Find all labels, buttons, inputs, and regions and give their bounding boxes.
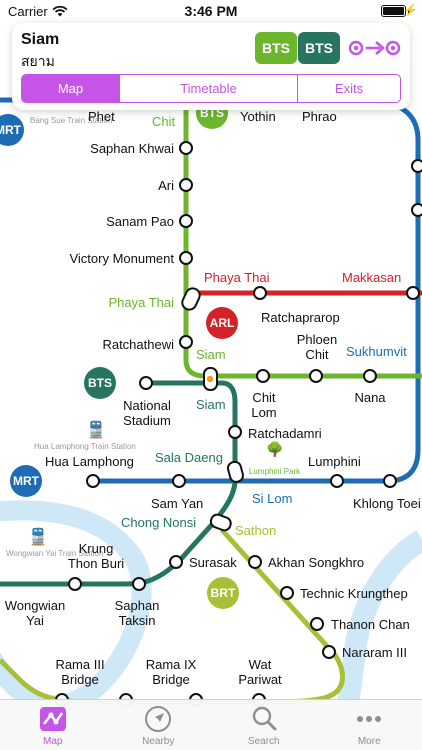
tree-icon: 🌳 (266, 441, 284, 457)
station-rama-ix-bridge[interactable]: Rama IX Bridge (146, 657, 197, 687)
station-phloen-chit[interactable]: Phloen Chit (297, 332, 337, 362)
line-label-si-lom: Si Lom (252, 491, 293, 506)
clock: 3:46 PM (184, 3, 238, 19)
line-label-sala-daeng: Sala Daeng (155, 450, 223, 465)
train-icon: 🚆 (28, 529, 48, 546)
station-technic-krungthep[interactable]: Technic Krungthep (300, 586, 408, 601)
station-phet[interactable]: Phet (88, 109, 115, 124)
station-phrao[interactable]: Phrao (302, 109, 337, 124)
station-thanon-chan[interactable]: Thanon Chan (331, 617, 410, 632)
landmark-lumphini-park: Lumphini Park (249, 467, 301, 476)
station-surasak[interactable]: Surasak (189, 555, 237, 570)
station-victory-monument[interactable]: Victory Monument (69, 251, 174, 266)
line-label-makkasan: Makkasan (342, 270, 402, 285)
map-icon (39, 705, 67, 733)
tab-more-label: More (357, 736, 381, 747)
station-name-thai: สยาม (21, 54, 55, 70)
station-akhan-songkhro[interactable]: Akhan Songkhro (268, 555, 364, 570)
station-saphan-taksin[interactable]: Saphan Taksin (115, 598, 160, 628)
tab-search[interactable]: Search (211, 700, 317, 750)
line-label-siam-silom: Siam (196, 397, 226, 412)
station-ratchathewi[interactable]: Ratchathewi (102, 337, 174, 352)
more-dots-icon (355, 705, 383, 733)
station-name: Siam (21, 31, 60, 48)
bts-sukhumvit-chip[interactable]: BTS (255, 32, 297, 64)
line-label-sukhumvit: Sukhumvit (346, 344, 407, 359)
station-rama-iii-bridge[interactable]: Rama III Bridge (55, 657, 104, 687)
station-ari[interactable]: Ari (158, 178, 174, 193)
tab-search-label: Search (247, 736, 280, 747)
brt-badge: BRT (207, 577, 239, 609)
station-nararam-iii[interactable]: Nararam III (342, 645, 407, 660)
station-sam-yan[interactable]: Sam Yan (151, 496, 203, 511)
station-national-stadium[interactable]: National Stadium (123, 398, 171, 428)
station-yothin[interactable]: Yothin (240, 109, 276, 124)
station-saphan-khwai[interactable]: Saphan Khwai (90, 141, 174, 156)
station-nana[interactable]: Nana (354, 390, 385, 405)
segment-map[interactable]: Map (22, 75, 119, 102)
line-label-phaya-thai-arl: Phaya Thai (204, 270, 270, 285)
station-sanam-pao[interactable]: Sanam Pao (106, 214, 174, 229)
search-icon (250, 705, 278, 733)
tab-nearby[interactable]: Nearby (106, 700, 212, 750)
route-planner-icon[interactable] (348, 39, 402, 62)
station-ratchaprarop[interactable]: Ratchaprarop (261, 310, 340, 325)
mrt-badge-mid: MRT (10, 465, 42, 497)
bts-badge-mid: BTS (84, 367, 116, 399)
tab-bar: Map Nearby Search More (0, 699, 422, 750)
line-label-chit: Chit (152, 114, 176, 129)
line-label-sathon: Sathon (235, 523, 277, 538)
bts-silom-chip[interactable]: BTS (298, 32, 340, 64)
station-wat-pariwat[interactable]: Wat Pariwat (238, 657, 281, 687)
line-label-chong-nonsi: Chong Nonsi (121, 515, 197, 530)
station-chit-lom[interactable]: Chit Lom (251, 390, 276, 420)
charging-icon: ⚡ (403, 3, 418, 17)
tab-nearby-label: Nearby (142, 736, 175, 747)
line-label-siam-sukhumvit: Siam (196, 347, 226, 362)
station-wongwian-yai[interactable]: Wongwian Yai (5, 598, 65, 628)
train-icon: 🚆 (86, 422, 106, 439)
station-lumphini[interactable]: Lumphini (308, 454, 361, 469)
station-view-segmented-control: Map Timetable Exits (21, 74, 401, 103)
tab-more[interactable]: More (317, 700, 422, 750)
tab-map[interactable]: Map (0, 700, 106, 750)
segment-timetable[interactable]: Timetable (119, 75, 297, 102)
status-bar: Carrier 3:46 PM ⚡ (0, 0, 422, 22)
station-hua-lamphong[interactable]: Hua Lamphong (45, 454, 134, 469)
metro-map[interactable]: MRT BTS ARL BTS MRT BRT Bang Sue Train S… (0, 0, 422, 750)
line-label-phaya-thai-bts: Phaya Thai (108, 295, 174, 310)
station-ratchadamri[interactable]: Ratchadamri (248, 426, 322, 441)
landmark-hua-lamphong-train: Hua Lamphong Train Station (34, 442, 136, 451)
arl-badge: ARL (206, 307, 238, 339)
tab-map-label: Map (43, 736, 63, 747)
station-khlong-toei[interactable]: Khlong Toei (353, 496, 421, 511)
location-arrow-icon (144, 705, 172, 733)
station-krung-thon-buri[interactable]: Krung Thon Buri (68, 541, 124, 571)
station-card: Siam สยาม BTS BTS Map Timetable Exits (12, 23, 410, 110)
segment-exits[interactable]: Exits (297, 75, 400, 102)
